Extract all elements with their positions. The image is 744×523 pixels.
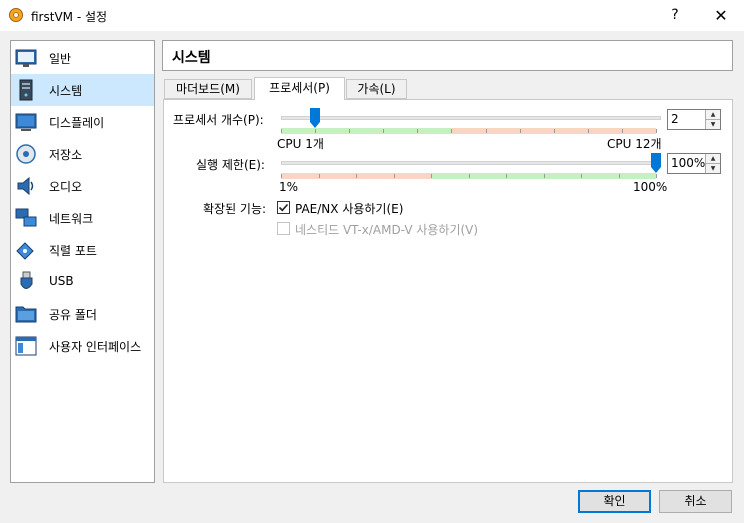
slider-tick (417, 129, 419, 133)
storage-icon (16, 144, 36, 164)
nested-vtx-label: 네스티드 VT-x/AMD-V 사용하기(V) (295, 223, 479, 237)
execution-cap-slider-handle[interactable] (651, 153, 661, 173)
slider-tick (485, 129, 487, 133)
pae-nx-label[interactable]: PAE/NX 사용하기(E) (295, 200, 403, 217)
spin-down-arrow-icon[interactable]: ▼ (706, 120, 720, 129)
slider-tick (519, 129, 521, 133)
sidebar-item-serial-port[interactable]: 직렬 포트 (11, 234, 154, 266)
extended-features-label: 확장된 기능: (203, 202, 267, 216)
spin-up-arrow-icon[interactable]: ▲ (706, 154, 720, 164)
page-header: 시스템 (162, 40, 733, 71)
sidebar-item-audio[interactable]: 오디오 (11, 170, 154, 202)
spin-up-arrow-icon[interactable]: ▲ (706, 110, 720, 120)
sidebar-item-shared-folder[interactable]: 공유 폴더 (11, 298, 154, 330)
sidebar-item-label: 사용자 인터페이스 (49, 340, 142, 354)
slider-tick (349, 129, 351, 133)
processor-count-slider-track[interactable] (281, 116, 661, 120)
sidebar-item-system[interactable]: 시스템 (11, 74, 154, 106)
slider-tick (383, 129, 385, 133)
sidebar-item-display[interactable]: 디스플레이 (11, 106, 154, 138)
processor-count-slider-handle[interactable] (309, 108, 320, 128)
pae-nx-checkbox[interactable] (277, 201, 290, 214)
processor-count-spin-buttons: ▲ ▼ (705, 110, 720, 129)
slider-tick (543, 174, 545, 178)
checkmark-icon (278, 203, 289, 212)
tab-acceleration[interactable]: 가속(L) (346, 79, 407, 99)
ok-button[interactable]: 확인 (578, 490, 651, 513)
slider-tick (587, 129, 589, 133)
slider-tick (356, 174, 357, 178)
slider-tick (431, 174, 432, 178)
execution-cap-slider-track[interactable] (281, 161, 661, 165)
help-button[interactable]: ? (652, 0, 698, 31)
shared-folder-icon (15, 306, 37, 323)
sidebar-item-label: 직렬 포트 (49, 244, 97, 258)
execution-cap-spinbox[interactable]: 100% ▲ ▼ (667, 153, 721, 174)
sidebar-item-label: USB (49, 274, 74, 288)
title-bar: firstVM - 설정 ? ✕ (0, 0, 744, 31)
slider-tick (468, 174, 470, 178)
processor-count-max-label: CPU 12개 (607, 137, 662, 151)
sidebar-item-label: 시스템 (49, 84, 83, 98)
sidebar-item-label: 일반 (49, 52, 72, 66)
processor-count-safe-range (281, 128, 452, 134)
execution-cap-spin-buttons: ▲ ▼ (705, 154, 720, 173)
close-button[interactable]: ✕ (698, 0, 744, 31)
slider-tick (656, 174, 657, 178)
slider-tick (451, 129, 453, 133)
execution-cap-max-label: 100% (633, 180, 668, 194)
cancel-button[interactable]: 취소 (659, 490, 732, 513)
tab-motherboard[interactable]: 마더보드(M) (164, 79, 252, 99)
serial-port-icon (16, 242, 34, 260)
sidebar-item-storage[interactable]: 저장소 (11, 138, 154, 170)
sidebar-item-label: 오디오 (49, 180, 83, 194)
sidebar-item-label: 네트워크 (49, 212, 94, 226)
processor-count-value: 2 (671, 112, 679, 126)
slider-tick (393, 174, 395, 178)
sidebar-item-general[interactable]: 일반 (11, 42, 154, 74)
display-icon (15, 113, 37, 131)
sidebar-item-label: 저장소 (49, 148, 83, 162)
user-interface-icon (15, 336, 37, 356)
execution-cap-value: 100% (671, 156, 706, 170)
general-icon (15, 49, 37, 67)
slider-tick (581, 174, 582, 178)
slider-tick (618, 174, 620, 178)
audio-icon (17, 176, 34, 196)
slider-tick (553, 129, 555, 133)
slider-tick (318, 174, 320, 178)
sidebar-item-label: 디스플레이 (49, 116, 105, 130)
slider-tick (281, 129, 282, 133)
slider-tick (281, 174, 282, 178)
slider-tick (621, 129, 623, 133)
tab-processor[interactable]: 프로세서(P) (254, 77, 345, 100)
usb-icon (20, 271, 33, 289)
nested-vtx-checkbox[interactable] (277, 222, 290, 235)
processor-count-min-label: CPU 1개 (277, 137, 324, 151)
slider-tick (315, 129, 317, 133)
slider-tick (656, 129, 657, 133)
network-icon (15, 208, 37, 227)
sidebar-item-network[interactable]: 네트워크 (11, 202, 154, 234)
execution-cap-label: 실행 제한(E): (196, 158, 265, 172)
slider-tick (506, 174, 507, 178)
virtualbox-gear-icon (9, 8, 23, 22)
system-icon (19, 79, 33, 101)
processor-count-label: 프로세서 개수(P): (173, 113, 264, 127)
window-title: firstVM - 설정 (31, 10, 108, 24)
sidebar-item-label: 공유 폴더 (49, 308, 97, 322)
spin-down-arrow-icon[interactable]: ▼ (706, 164, 720, 173)
sidebar-item-user-interface[interactable]: 사용자 인터페이스 (11, 330, 154, 362)
sidebar-item-usb[interactable]: USB (11, 266, 154, 298)
settings-sidebar: 일반 시스템 디스플레이 저장소 오디오 네트워크 직렬 포트 USB 공유 폴… (10, 40, 155, 483)
execution-cap-min-label: 1% (279, 180, 299, 194)
page-title: 시스템 (172, 50, 211, 66)
processor-count-spinbox[interactable]: 2 ▲ ▼ (667, 109, 721, 130)
